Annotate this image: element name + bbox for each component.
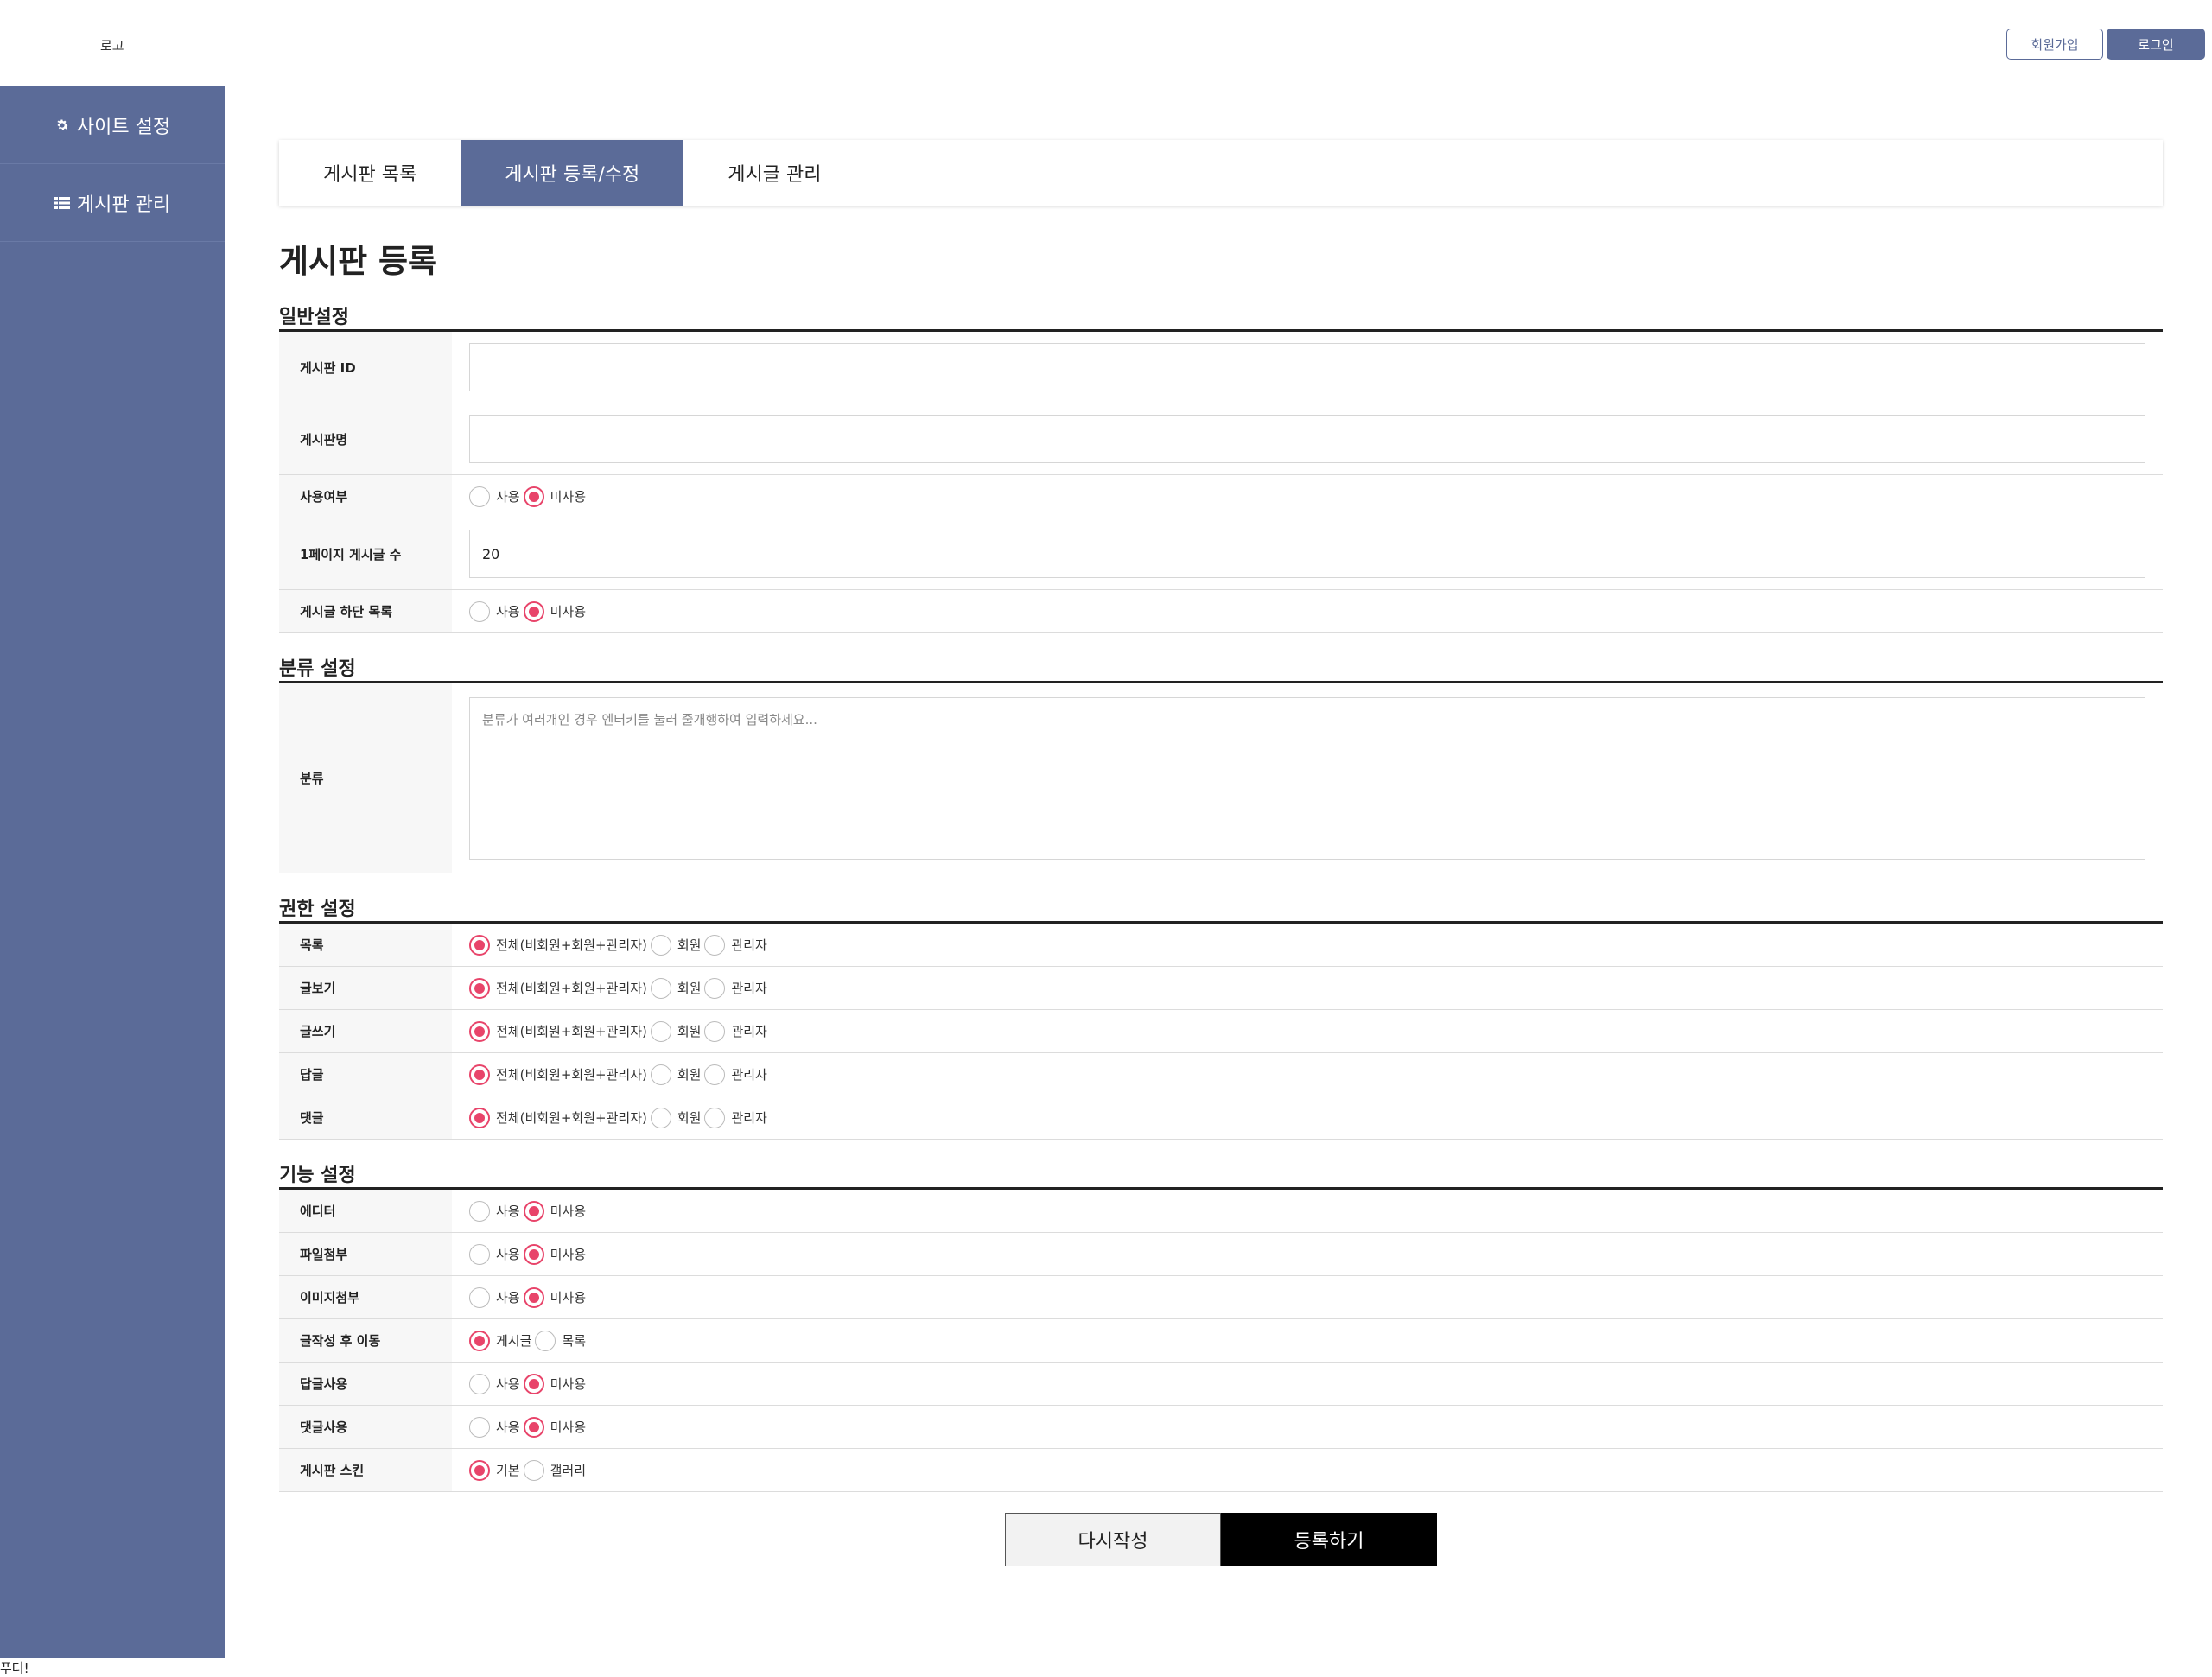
radio-admin[interactable]: 관리자	[704, 1020, 767, 1042]
row-comment: 댓글사용 사용 미사용	[279, 1406, 2163, 1449]
tab-board-list[interactable]: 게시판 목록	[279, 140, 461, 206]
login-button[interactable]: 로그인	[2107, 29, 2205, 60]
list-icon	[54, 196, 70, 209]
radio-admin[interactable]: 관리자	[704, 934, 767, 956]
top-header: 로고 회원가입 로그인	[0, 0, 2212, 86]
field-label: 글보기	[279, 967, 452, 1009]
tab-bar: 게시판 목록 게시판 등록/수정 게시글 관리	[279, 140, 2163, 206]
radio-no-use[interactable]: 미사용	[523, 486, 586, 507]
section-title-category: 분류 설정	[279, 656, 2163, 683]
field-label: 1페이지 게시글 수	[279, 518, 452, 589]
row-per-page: 1페이지 게시글 수 20	[279, 518, 2163, 590]
row-permission: 답글 전체(비회원+회원+관리자) 회원 관리자	[279, 1053, 2163, 1096]
radio-all[interactable]: 전체(비회원+회원+관리자)	[469, 977, 647, 999]
category-textarea[interactable]: 분류가 여러개인 경우 엔터키를 눌러 줄개행하여 입력하세요...	[469, 696, 2145, 860]
row-image: 이미지첨부 사용 미사용	[279, 1276, 2163, 1319]
radio-member[interactable]: 회원	[650, 1064, 701, 1085]
radio-use[interactable]: 사용	[469, 600, 520, 622]
gear-icon	[57, 118, 68, 130]
sidebar-item-label: 게시판 관리	[76, 194, 171, 216]
row-board-name: 게시판명	[279, 403, 2163, 475]
row-bottom-list: 게시글 하단 목록 사용 미사용	[279, 590, 2163, 633]
row-skin: 게시판 스킨 기본 갤러리	[279, 1449, 2163, 1492]
radio-all[interactable]: 전체(비회원+회원+관리자)	[469, 934, 647, 956]
form-buttons: 다시작성 등록하기	[279, 1513, 2163, 1566]
tab-board-edit[interactable]: 게시판 등록/수정	[461, 140, 684, 206]
radio-admin[interactable]: 관리자	[704, 977, 767, 999]
radio-use[interactable]: 사용	[469, 1373, 520, 1394]
radio-use[interactable]: 사용	[469, 1416, 520, 1438]
page-title: 게시판 등록	[279, 243, 438, 280]
submit-button[interactable]: 등록하기	[1221, 1513, 1437, 1566]
radio-all[interactable]: 전체(비회원+회원+관리자)	[469, 1020, 647, 1042]
field-label: 게시판명	[279, 403, 452, 474]
section-title-feature: 기능 설정	[279, 1162, 2163, 1190]
sidebar-item-label: 사이트 설정	[76, 116, 171, 138]
radio-no-use[interactable]: 미사용	[523, 1286, 586, 1308]
board-id-input[interactable]	[469, 343, 2145, 391]
section-title-permission: 권한 설정	[279, 896, 2163, 924]
field-label: 에디터	[279, 1190, 452, 1232]
radio-no-use[interactable]: 미사용	[523, 1200, 586, 1222]
radio-no-use[interactable]: 미사용	[523, 1243, 586, 1265]
radio-use[interactable]: 사용	[469, 1243, 520, 1265]
radio-no-use[interactable]: 미사용	[523, 600, 586, 622]
sidebar: 사이트 설정 게시판 관리	[0, 86, 225, 1658]
field-label: 게시글 하단 목록	[279, 590, 452, 632]
radio-skin-basic[interactable]: 기본	[469, 1459, 520, 1481]
field-label: 게시판 스킨	[279, 1449, 452, 1491]
radio-no-use[interactable]: 미사용	[523, 1373, 586, 1394]
field-label: 글쓰기	[279, 1010, 452, 1052]
tab-post-management[interactable]: 게시글 관리	[683, 140, 865, 206]
field-label: 이미지첨부	[279, 1276, 452, 1318]
radio-member[interactable]: 회원	[650, 1107, 701, 1128]
row-permission: 글보기 전체(비회원+회원+관리자) 회원 관리자	[279, 967, 2163, 1010]
radio-use[interactable]: 사용	[469, 1200, 520, 1222]
radio-member[interactable]: 회원	[650, 1020, 701, 1042]
radio-member[interactable]: 회원	[650, 934, 701, 956]
footer: 푸터!	[0, 1661, 29, 1676]
row-editor: 에디터 사용 미사용	[279, 1190, 2163, 1233]
radio-admin[interactable]: 관리자	[704, 1107, 767, 1128]
radio-list[interactable]: 목록	[535, 1330, 586, 1351]
section-title-general: 일반설정	[279, 304, 2163, 332]
board-name-input[interactable]	[469, 415, 2145, 463]
radio-skin-gallery[interactable]: 갤러리	[523, 1459, 586, 1481]
field-label: 게시판 ID	[279, 332, 452, 403]
row-after-write: 글작성 후 이동 게시글 목록	[279, 1319, 2163, 1363]
field-label: 댓글사용	[279, 1406, 452, 1448]
row-permission: 목록 전체(비회원+회원+관리자) 회원 관리자	[279, 924, 2163, 967]
row-permission: 글쓰기 전체(비회원+회원+관리자) 회원 관리자	[279, 1010, 2163, 1053]
field-label: 목록	[279, 924, 452, 966]
field-label: 파일첨부	[279, 1233, 452, 1275]
field-label: 글작성 후 이동	[279, 1319, 452, 1362]
radio-no-use[interactable]: 미사용	[523, 1416, 586, 1438]
join-button[interactable]: 회원가입	[2006, 29, 2103, 60]
row-use: 사용여부 사용 미사용	[279, 475, 2163, 518]
field-label: 분류	[279, 683, 452, 873]
field-label: 사용여부	[279, 475, 452, 518]
row-permission: 댓글 전체(비회원+회원+관리자) 회원 관리자	[279, 1096, 2163, 1140]
reset-button[interactable]: 다시작성	[1005, 1513, 1221, 1566]
radio-admin[interactable]: 관리자	[704, 1064, 767, 1085]
sidebar-item-board-management[interactable]: 게시판 관리	[0, 164, 225, 242]
row-board-id: 게시판 ID	[279, 332, 2163, 403]
row-file: 파일첨부 사용 미사용	[279, 1233, 2163, 1276]
main-content: 게시판 목록 게시판 등록/수정 게시글 관리 게시판 등록 일반설정 게시판 …	[279, 140, 2163, 1566]
per-page-input[interactable]: 20	[469, 530, 2145, 578]
radio-post[interactable]: 게시글	[469, 1330, 531, 1351]
radio-use[interactable]: 사용	[469, 1286, 520, 1308]
radio-all[interactable]: 전체(비회원+회원+관리자)	[469, 1107, 647, 1128]
radio-member[interactable]: 회원	[650, 977, 701, 999]
row-category: 분류 분류가 여러개인 경우 엔터키를 눌러 줄개행하여 입력하세요...	[279, 683, 2163, 873]
sidebar-item-site-settings[interactable]: 사이트 설정	[0, 86, 225, 164]
field-label: 답글	[279, 1053, 452, 1096]
field-label: 답글사용	[279, 1363, 452, 1405]
row-reply: 답글사용 사용 미사용	[279, 1363, 2163, 1406]
radio-use[interactable]: 사용	[469, 486, 520, 507]
field-label: 댓글	[279, 1096, 452, 1139]
logo[interactable]: 로고	[100, 36, 124, 54]
radio-all[interactable]: 전체(비회원+회원+관리자)	[469, 1064, 647, 1085]
